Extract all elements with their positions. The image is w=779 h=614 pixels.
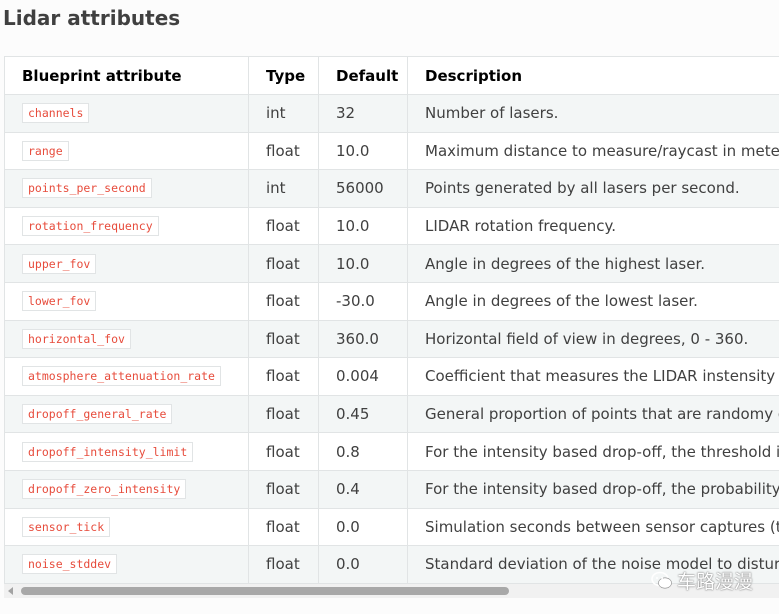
cell-type: float (248, 131, 319, 171)
scrollbar-thumb[interactable] (21, 587, 509, 595)
cell-default: 0.004 (318, 357, 408, 396)
cell-default: 10.0 (318, 244, 408, 283)
cell-attribute: atmosphere_attenuation_rate (4, 357, 249, 396)
cell-default: 0.45 (318, 394, 408, 434)
watermark-text: 车路漫漫 (677, 571, 754, 593)
cell-attribute: dropoff_intensity_limit (4, 432, 249, 471)
attribute-code: rotation_frequency (22, 216, 159, 237)
column-header-description: Description (407, 56, 779, 95)
cell-default: 10.0 (318, 206, 408, 246)
table-row: upper_fov float 10.0 Angle in degrees of th… (4, 244, 779, 283)
cell-description: Maximum distance to measure/raycast in m… (407, 131, 779, 171)
table-row: lower_fov float -30.0 Angle in degrees of t… (4, 281, 779, 321)
column-header-default: Default (318, 56, 408, 95)
cell-default: -30.0 (318, 281, 408, 321)
attribute-code: horizontal_fov (22, 328, 131, 349)
attribute-code: lower_fov (22, 291, 97, 312)
cell-type: int (248, 169, 319, 208)
cell-description: Points generated by all lasers per secon… (407, 169, 779, 208)
attribute-code: upper_fov (22, 253, 97, 274)
attribute-code: channels (22, 103, 90, 124)
cell-default: 0.8 (318, 432, 408, 471)
table-row: channels int 32 Number of lasers. (4, 94, 779, 133)
cell-type: float (248, 244, 319, 283)
table-row: rotation_frequency float 10.0 LIDAR rotatio… (4, 206, 779, 246)
cell-description: Number of lasers. (407, 94, 779, 133)
table-row: atmosphere_attenuation_rate float 0.004 Coe… (4, 357, 779, 396)
cell-description: Angle in degrees of the lowest laser. (407, 281, 779, 321)
table-row: dropoff_zero_intensity float 0.4 For the in… (4, 469, 779, 509)
table-row: dropoff_intensity_limit float 0.8 For the i… (4, 432, 779, 471)
table-row: dropoff_general_rate float 0.45 General pro… (4, 394, 779, 434)
watermark: 车路漫漫 (651, 567, 753, 594)
table-row: points_per_second int 56000 Points generate… (4, 169, 779, 208)
cell-default: 0.0 (318, 545, 408, 584)
scroll-left-arrow-icon[interactable] (8, 587, 13, 595)
cell-type: int (248, 94, 319, 133)
attribute-code: sensor_tick (22, 516, 111, 537)
cell-type: float (248, 319, 319, 359)
attribute-code: dropoff_intensity_limit (22, 441, 194, 462)
cell-attribute: rotation_frequency (4, 206, 249, 246)
cell-attribute: dropoff_zero_intensity (4, 469, 249, 509)
cell-type: float (248, 357, 319, 396)
table-row: horizontal_fov float 360.0 Horizontal field… (4, 319, 779, 359)
attribute-code: dropoff_general_rate (22, 404, 173, 425)
table-container[interactable]: Blueprint attribute Type Default Descrip… (4, 56, 779, 584)
cell-attribute: channels (4, 94, 249, 133)
cell-type: float (248, 469, 319, 509)
cell-type: float (248, 545, 319, 584)
cell-attribute: sensor_tick (4, 507, 249, 547)
cell-type: float (248, 206, 319, 246)
cell-default: 10.0 (318, 131, 408, 171)
cell-description: General proportion of points that are ra… (407, 394, 779, 434)
cell-attribute: points_per_second (4, 169, 249, 208)
table-row: range float 10.0 Maximum distance to measur… (4, 131, 779, 171)
cell-default: 32 (318, 94, 408, 133)
attribute-code: range (22, 140, 69, 161)
table-header-row: Blueprint attribute Type Default Descrip… (4, 56, 779, 95)
cell-description: Angle in degrees of the highest laser. (407, 244, 779, 283)
cell-default: 0.4 (318, 469, 408, 509)
wechat-icon (651, 571, 672, 588)
cell-default: 0.0 (318, 507, 408, 547)
cell-description: For the intensity based drop-off, the th… (407, 432, 779, 471)
cell-description: Coefficient that measures the LIDAR inst… (407, 357, 779, 396)
table-row: sensor_tick float 0.0 Simulation seconds be… (4, 507, 779, 547)
cell-default: 56000 (318, 169, 408, 208)
cell-description: LIDAR rotation frequency. (407, 206, 779, 246)
page-title: Lidar attributes (3, 6, 181, 30)
cell-description: Horizontal field of view in degrees, 0 -… (407, 319, 779, 359)
table-body: channels int 32 Number of lasers. range float… (4, 94, 779, 584)
attribute-code: points_per_second (22, 178, 152, 199)
cell-attribute: noise_stddev (4, 545, 249, 584)
column-header-type: Type (248, 56, 319, 95)
cell-attribute: horizontal_fov (4, 319, 249, 359)
cell-description: Simulation seconds between sensor captur… (407, 507, 779, 547)
cell-attribute: lower_fov (4, 281, 249, 321)
cell-description: For the intensity based drop-off, the pr… (407, 469, 779, 509)
column-header-attribute: Blueprint attribute (4, 56, 249, 95)
cell-default: 360.0 (318, 319, 408, 359)
attribute-code: atmosphere_attenuation_rate (22, 366, 221, 387)
cell-type: float (248, 432, 319, 471)
cell-type: float (248, 281, 319, 321)
attribute-code: dropoff_zero_intensity (22, 479, 187, 500)
cell-attribute: range (4, 131, 249, 171)
cell-attribute: upper_fov (4, 244, 249, 283)
lidar-attributes-table: Blueprint attribute Type Default Descrip… (4, 56, 779, 584)
cell-type: float (248, 394, 319, 434)
cell-attribute: dropoff_general_rate (4, 394, 249, 434)
attribute-code: noise_stddev (22, 554, 118, 575)
cell-type: float (248, 507, 319, 547)
